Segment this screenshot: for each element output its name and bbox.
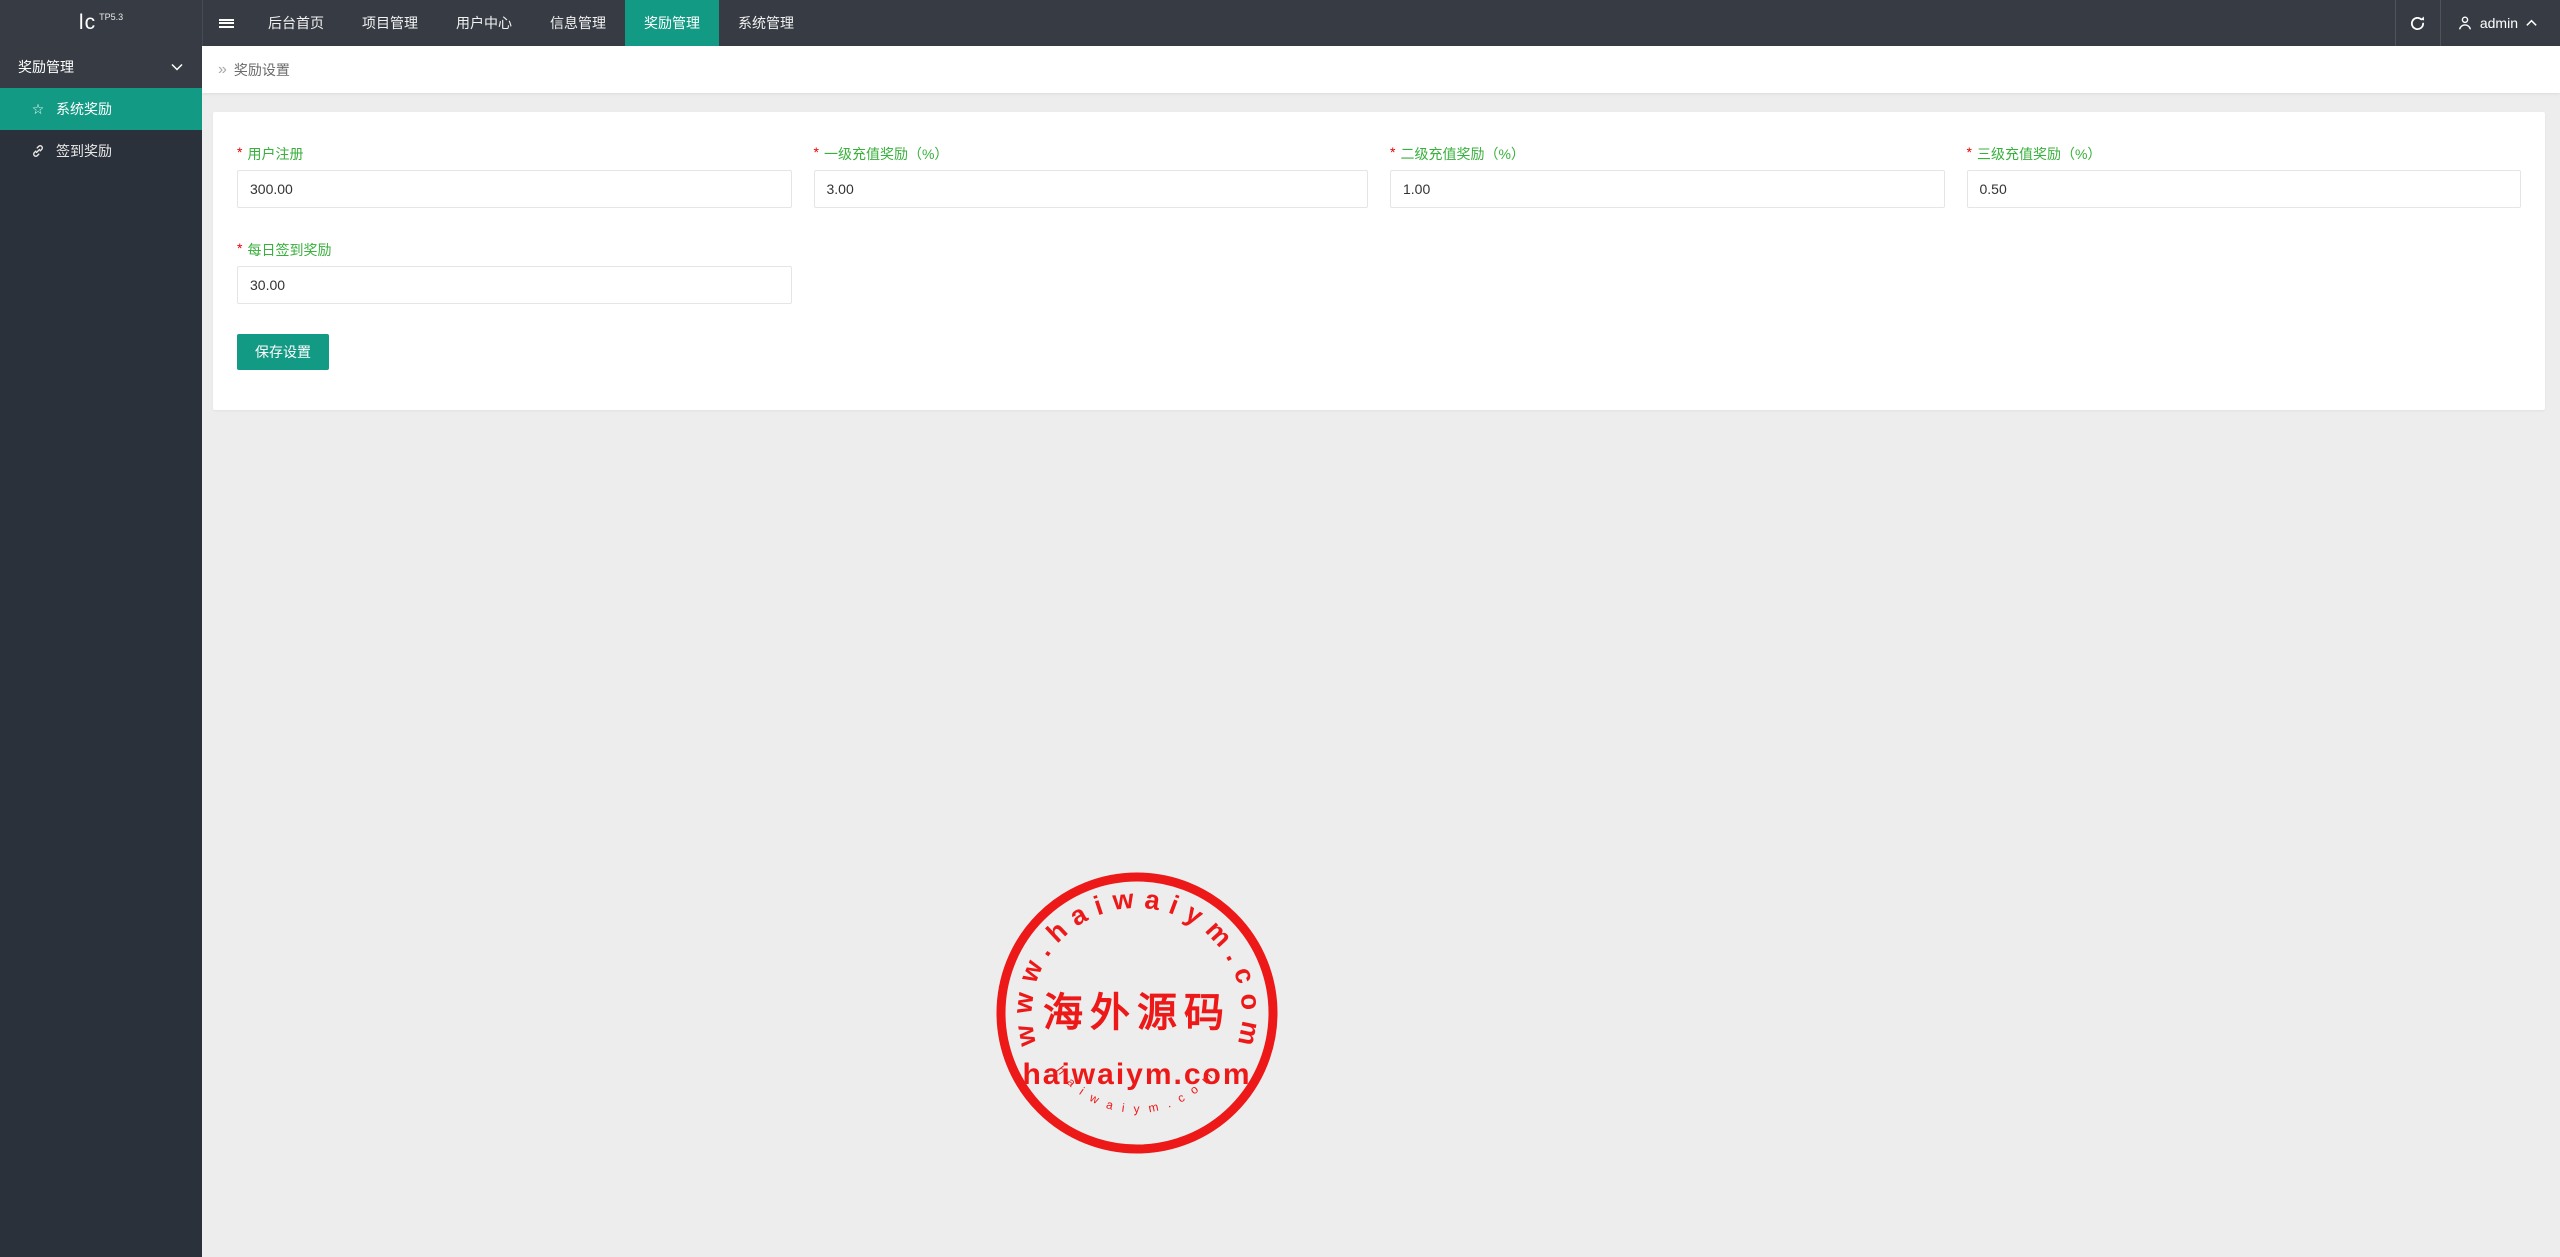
field-label: *每日签到奖励 xyxy=(237,240,792,260)
level3-recharge-input[interactable] xyxy=(1967,170,2522,208)
refresh-icon[interactable] xyxy=(2395,0,2441,46)
nav-item-info[interactable]: 信息管理 xyxy=(531,0,625,46)
watermark-stamp: www.haiwaiym.com 海外源码 haiwaiym.com haiwa… xyxy=(987,863,1287,1163)
daily-signin-input[interactable] xyxy=(237,266,792,304)
user-icon xyxy=(2457,15,2473,31)
user-register-input[interactable] xyxy=(237,170,792,208)
field-label: *一级充值奖励（%） xyxy=(814,144,1369,164)
field-level2-recharge-reward: *二级充值奖励（%） xyxy=(1390,144,1945,208)
nav-item-rewards[interactable]: 奖励管理 xyxy=(625,0,719,46)
app-logo[interactable]: lcTP5.3 xyxy=(0,0,203,46)
stamp-main-text: haiwaiym.com xyxy=(1022,1058,1251,1091)
chevron-up-icon xyxy=(2525,18,2538,28)
chevron-down-icon xyxy=(170,62,184,72)
link-icon xyxy=(30,144,46,158)
user-menu[interactable]: admin xyxy=(2441,0,2560,46)
hamburger-icon[interactable] xyxy=(203,0,249,46)
stamp-top-text: www.haiwaiym.com xyxy=(1007,883,1266,1054)
field-daily-signin-reward: *每日签到奖励 xyxy=(237,240,792,304)
stamp-center-text: 海外源码 xyxy=(1043,990,1231,1035)
navbar-right: admin xyxy=(2395,0,2560,46)
field-level1-recharge-reward: *一级充值奖励（%） xyxy=(814,144,1369,208)
sidebar: 奖励管理 ☆ 系统奖励 签到奖励 xyxy=(0,46,202,1257)
sidebar-item-label: 签到奖励 xyxy=(56,141,112,161)
breadcrumb: » 奖励设置 xyxy=(202,46,2560,93)
field-label: *二级充值奖励（%） xyxy=(1390,144,1945,164)
required-marker: * xyxy=(1390,144,1395,160)
main-area: » 奖励设置 *用户注册 *一级充值奖励（%） *二级充值奖励（%） xyxy=(202,46,2560,1257)
admin-app: lcTP5.3 后台首页 项目管理 用户中心 信息管理 奖励管理 系统管理 xyxy=(0,0,2560,1257)
form-row-2: *每日签到奖励 xyxy=(237,240,2521,304)
field-label: *用户注册 xyxy=(237,144,792,164)
required-marker: * xyxy=(237,144,242,160)
level1-recharge-input[interactable] xyxy=(814,170,1369,208)
field-user-register: *用户注册 xyxy=(237,144,792,208)
sidebar-group-label: 奖励管理 xyxy=(18,57,74,77)
nav-item-users[interactable]: 用户中心 xyxy=(437,0,531,46)
top-menu: 后台首页 项目管理 用户中心 信息管理 奖励管理 系统管理 xyxy=(249,0,813,46)
field-level3-recharge-reward: *三级充值奖励（%） xyxy=(1967,144,2522,208)
nav-item-projects[interactable]: 项目管理 xyxy=(343,0,437,46)
settings-form-card: *用户注册 *一级充值奖励（%） *二级充值奖励（%） *三级充值奖励（%） xyxy=(213,112,2545,410)
logo-version: TP5.3 xyxy=(99,12,123,22)
content-area: *用户注册 *一级充值奖励（%） *二级充值奖励（%） *三级充值奖励（%） xyxy=(202,93,2560,1257)
sidebar-item-label: 系统奖励 xyxy=(56,99,112,119)
breadcrumb-label: 奖励设置 xyxy=(234,60,290,80)
star-icon: ☆ xyxy=(30,101,46,118)
level2-recharge-input[interactable] xyxy=(1390,170,1945,208)
field-label: *三级充值奖励（%） xyxy=(1967,144,2522,164)
breadcrumb-arrow-icon: » xyxy=(218,61,227,79)
stamp-bottom-text: haiwaiym.com xyxy=(1054,1063,1218,1115)
stamp-ring xyxy=(1001,877,1273,1149)
required-marker: * xyxy=(814,144,819,160)
sidebar-item-system-rewards[interactable]: ☆ 系统奖励 xyxy=(0,88,202,130)
sidebar-item-signin-rewards[interactable]: 签到奖励 xyxy=(0,130,202,172)
required-marker: * xyxy=(1967,144,1972,160)
user-name: admin xyxy=(2480,15,2518,31)
sidebar-group-rewards[interactable]: 奖励管理 xyxy=(0,46,202,88)
required-marker: * xyxy=(237,240,242,256)
form-row-1: *用户注册 *一级充值奖励（%） *二级充值奖励（%） *三级充值奖励（%） xyxy=(237,144,2521,208)
top-navbar: lcTP5.3 后台首页 项目管理 用户中心 信息管理 奖励管理 系统管理 xyxy=(0,0,2560,46)
nav-item-home[interactable]: 后台首页 xyxy=(249,0,343,46)
save-settings-button[interactable]: 保存设置 xyxy=(237,334,329,370)
nav-item-system[interactable]: 系统管理 xyxy=(719,0,813,46)
logo-text: lc xyxy=(79,11,96,35)
